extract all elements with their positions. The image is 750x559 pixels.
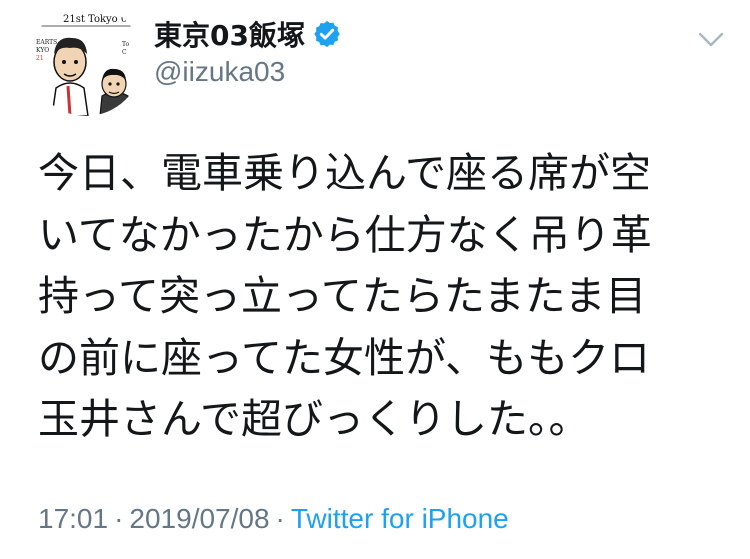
meta-separator: · [275,503,285,534]
tweet-source-link[interactable]: Twitter for iPhone [291,503,509,534]
tweet-meta: 17:01 · 2019/07/08 · Twitter for iPhone [38,503,509,535]
tweet-text-line: の前に座ってた女性が、ももクロ [38,333,651,382]
tweet-text-line: 玉井さんで超びっくりした。。 [38,395,590,443]
svg-text:To: To [122,41,130,48]
avatar[interactable]: 21st Tokyo 03 EARTS KYO 21 To C [30,4,142,116]
chevron-down-icon[interactable] [694,22,728,56]
display-name-row[interactable]: 東京03飯塚 [154,14,342,54]
tweet-text-line: 今日、電車乗り込んで座る席が空 [38,149,651,197]
verified-badge-icon [314,20,340,48]
svg-text:C: C [122,49,127,56]
tweet-text: 今日、電車乗り込んで座る席が空 いてなかったから仕方なく吊り革 持って突っ立って… [38,143,718,451]
avatar-illustration: 21st Tokyo 03 EARTS KYO 21 To C [30,4,142,116]
tweet-text-line: いてなかったから仕方なく吊り革 [38,210,652,259]
tweet-card: 21st Tokyo 03 EARTS KYO 21 To C 東京03飯塚 @… [0,0,750,559]
avatar-caption: 21st Tokyo 03 [63,14,134,25]
svg-text:KYO: KYO [36,47,49,54]
tweet-date[interactable]: 2019/07/08 [129,503,269,534]
svg-text:21: 21 [36,55,44,62]
meta-separator: · [114,503,124,534]
svg-text:EARTS: EARTS [36,39,57,46]
display-name[interactable]: 東京03飯塚 [154,14,305,54]
user-handle[interactable]: @iizuka03 [154,56,285,88]
tweet-time[interactable]: 17:01 [38,503,108,534]
tweet-text-line: 持って突っ立ってたらたまたま目 [38,272,647,320]
